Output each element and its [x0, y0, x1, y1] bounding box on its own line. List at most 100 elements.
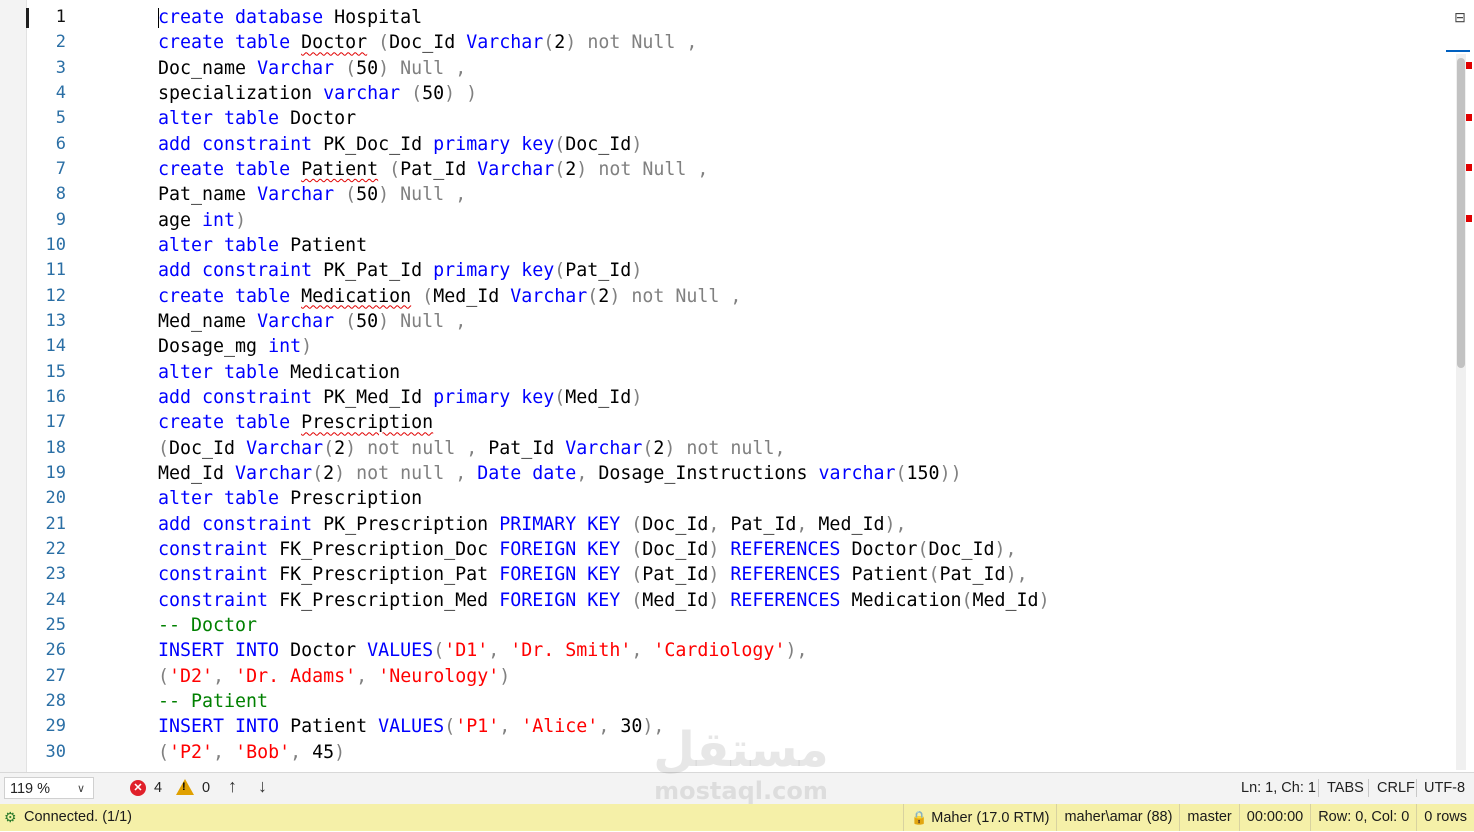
code-line[interactable]: create table Doctor (Doc_Id Varchar(2) n…	[158, 30, 1444, 55]
line-number: 7	[55, 158, 66, 179]
line-number: 28	[45, 690, 66, 711]
code-token: INSERT INTO	[158, 640, 280, 662]
split-editor-icon[interactable]: ⊟	[1452, 8, 1468, 26]
current-database: master	[1179, 804, 1238, 831]
code-token: not null ,	[345, 462, 467, 484]
line-number: 19	[45, 462, 66, 483]
code-line[interactable]: INSERT INTO Doctor VALUES('D1', 'Dr. Smi…	[158, 638, 1444, 663]
code-token: ))	[939, 462, 962, 484]
indent-mode[interactable]: TABS	[1327, 780, 1364, 796]
code-line[interactable]: create table Prescription	[158, 410, 1444, 435]
code-token: )	[378, 184, 390, 206]
code-token: -- Doctor	[158, 614, 258, 636]
error-marker[interactable]	[1466, 62, 1472, 69]
code-token: Med_Id	[565, 386, 632, 408]
code-token: REFERENCES	[730, 589, 841, 611]
code-line[interactable]: constraint FK_Prescription_Doc FOREIGN K…	[158, 537, 1444, 562]
code-token: Varchar	[565, 437, 643, 459]
query-editor[interactable]: 1 2 3 4 5 6 7 8 9 10 11 12 13 14 15 16 17 18 19 20 21 22 23 24 2…	[0, 0, 1474, 772]
code-token: Varchar	[257, 184, 335, 206]
code-token: )	[565, 32, 577, 54]
code-area[interactable]: create database Hospital create table Doc…	[158, 5, 1444, 765]
code-token: Doc_Id	[642, 538, 709, 560]
code-token: create table	[158, 32, 291, 54]
code-token: Pat_Id	[400, 158, 478, 180]
code-line[interactable]: Med_name Varchar (50) Null ,	[158, 309, 1444, 334]
chevron-down-icon: ∨	[76, 783, 85, 795]
code-token: alter table	[158, 488, 280, 510]
encoding[interactable]: UTF-8	[1424, 780, 1465, 796]
error-count[interactable]: 4	[154, 780, 162, 796]
code-line[interactable]: constraint FK_Prescription_Pat FOREIGN K…	[158, 562, 1444, 587]
code-line[interactable]: add constraint PK_Doc_Id primary key(Doc…	[158, 132, 1444, 157]
scrollbar-thumb[interactable]	[1457, 58, 1465, 368]
code-line[interactable]: constraint FK_Prescription_Med FOREIGN K…	[158, 588, 1444, 613]
code-token: not Null ,	[587, 158, 709, 180]
splitter-handle[interactable]	[1446, 50, 1470, 52]
editor-status-bar: 119 % ∨ ✕ 4 ! 0 ↑ ↓ Ln: 1, Ch: 1 TABS CR…	[0, 772, 1474, 804]
code-token: constraint	[158, 538, 269, 560]
code-token: age	[158, 209, 203, 231]
code-token: (	[334, 184, 357, 206]
code-token: Pat_Id	[477, 437, 566, 459]
code-token: Varchar	[257, 310, 335, 332]
error-marker[interactable]	[1466, 164, 1472, 171]
code-token: ,	[356, 665, 368, 687]
code-token: Dosage_mg	[158, 336, 269, 358]
code-token: Med_name	[158, 310, 258, 332]
code-line[interactable]: alter table Prescription	[158, 486, 1444, 511]
zoom-dropdown[interactable]: 119 % ∨	[4, 777, 94, 799]
code-line[interactable]: create database Hospital	[158, 5, 1444, 30]
code-line[interactable]: alter table Doctor	[158, 106, 1444, 131]
arrow-down-icon[interactable]: ↓	[258, 776, 267, 797]
code-token: INSERT INTO	[158, 716, 280, 738]
code-token: ,	[488, 640, 500, 662]
code-line[interactable]: Pat_name Varchar (50) Null ,	[158, 182, 1444, 207]
code-line[interactable]: alter table Patient	[158, 233, 1444, 258]
code-token: int	[202, 209, 236, 231]
error-marker[interactable]	[1466, 114, 1472, 121]
code-token: 'Dr. Smith'	[510, 640, 632, 662]
cursor-position[interactable]: Ln: 1, Ch: 1	[1241, 780, 1316, 796]
code-line[interactable]: (Doc_Id Varchar(2) not null , Pat_Id Var…	[158, 436, 1444, 461]
code-line[interactable]: add constraint PK_Med_Id primary key(Med…	[158, 385, 1444, 410]
error-icon[interactable]: ✕	[130, 780, 146, 796]
code-line[interactable]: specialization varchar (50) )	[158, 81, 1444, 106]
code-token: Varchar	[477, 158, 555, 180]
code-token: (	[433, 640, 445, 662]
elapsed-time: 00:00:00	[1238, 804, 1310, 831]
code-line[interactable]: age int)	[158, 208, 1444, 233]
code-line[interactable]: -- Patient	[158, 689, 1444, 714]
line-number: 15	[45, 361, 66, 382]
line-number: 4	[55, 82, 66, 103]
code-line[interactable]: alter table Medication	[158, 360, 1444, 385]
vertical-scrollbar[interactable]	[1456, 54, 1466, 770]
code-line[interactable]: -- Doctor	[158, 613, 1444, 638]
code-line[interactable]: Dosage_mg int)	[158, 334, 1444, 359]
code-token: (	[158, 437, 170, 459]
editor-margin	[0, 0, 27, 772]
code-token: Med_Id	[433, 285, 511, 307]
code-line[interactable]: add constraint PK_Prescription PRIMARY K…	[158, 512, 1444, 537]
line-number: 13	[45, 310, 66, 331]
warning-count[interactable]: 0	[202, 780, 210, 796]
code-line[interactable]: Med_Id Varchar(2) not null , Date date, …	[158, 461, 1444, 486]
code-line[interactable]: create table Medication (Med_Id Varchar(…	[158, 284, 1444, 309]
code-line[interactable]: ('P2', 'Bob', 45)	[158, 740, 1444, 765]
error-marker[interactable]	[1466, 215, 1472, 222]
code-token: ,	[796, 513, 808, 535]
code-line[interactable]: INSERT INTO Patient VALUES('P1', 'Alice'…	[158, 714, 1444, 739]
code-line[interactable]: create table Patient (Pat_Id Varchar(2) …	[158, 157, 1444, 182]
code-line[interactable]: add constraint PK_Pat_Id primary key(Pat…	[158, 258, 1444, 283]
code-token: Patient	[840, 564, 929, 586]
arrow-up-icon[interactable]: ↑	[228, 776, 237, 797]
code-token: create table	[158, 285, 291, 307]
code-token: PK_Pat_Id	[312, 260, 434, 282]
code-token: Null ,	[389, 57, 467, 79]
line-ending[interactable]: CRLF	[1377, 780, 1415, 796]
code-line[interactable]: Doc_name Varchar (50) Null ,	[158, 56, 1444, 81]
code-token: Patient	[279, 234, 368, 256]
code-line[interactable]: ('D2', 'Dr. Adams', 'Neurology')	[158, 664, 1444, 689]
